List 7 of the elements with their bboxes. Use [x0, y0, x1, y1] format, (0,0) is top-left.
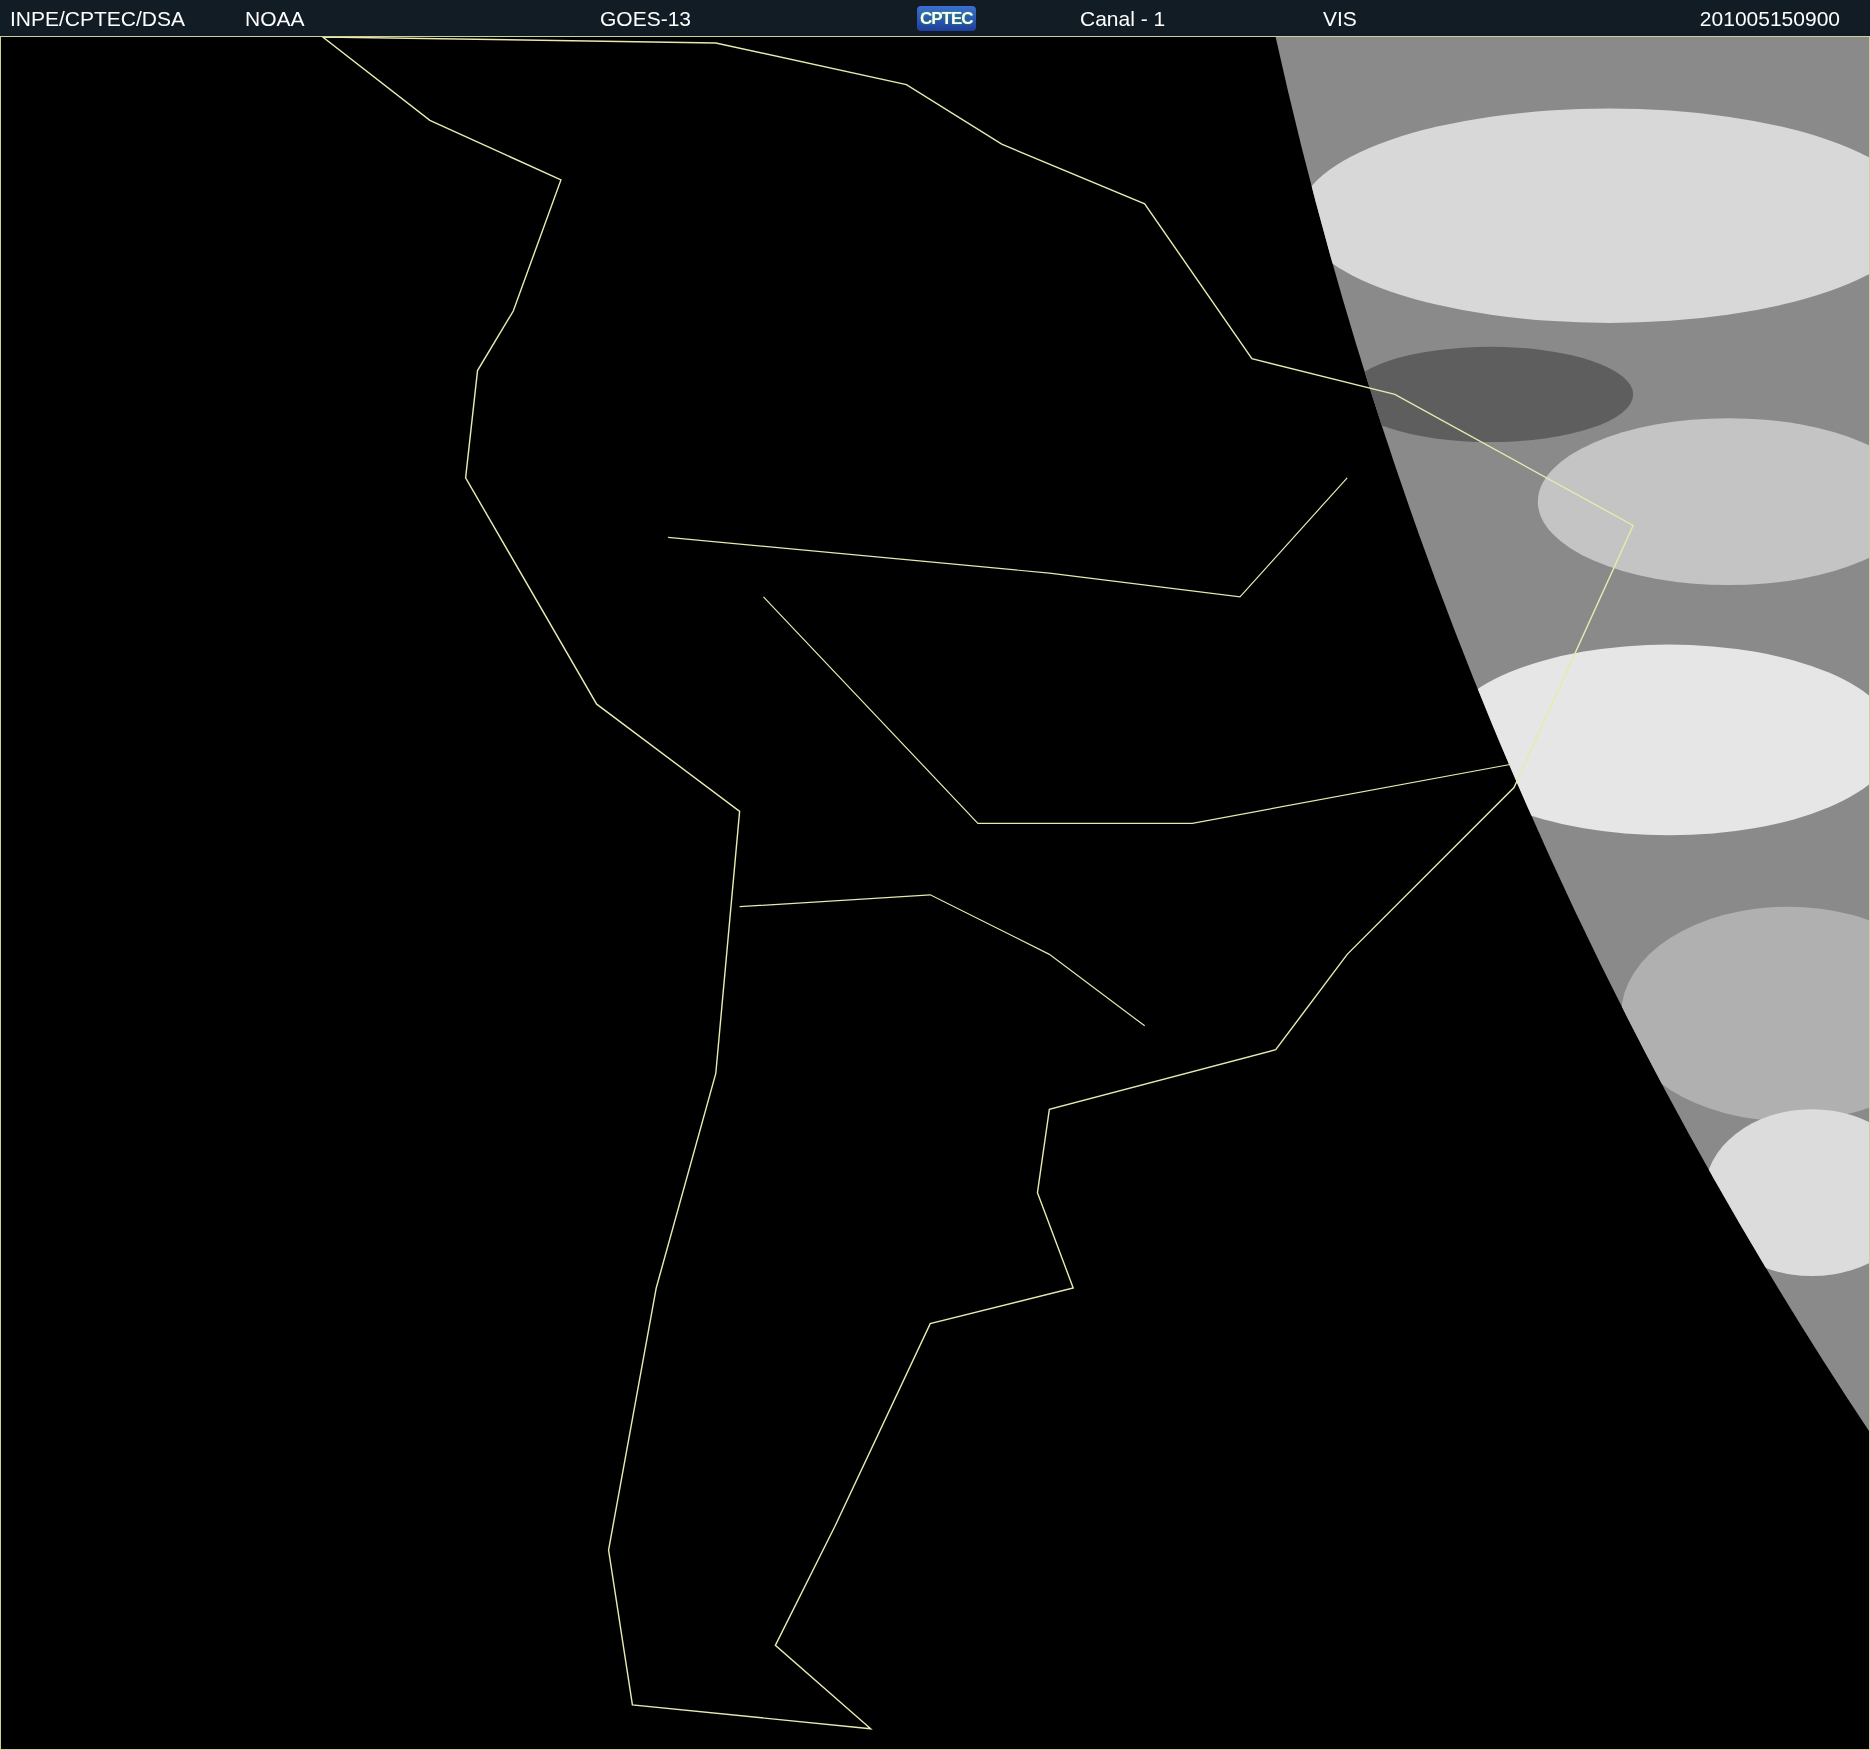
logo: CPTEC — [917, 5, 976, 31]
channel-label: Canal - 1 — [1080, 7, 1167, 29]
timestamp: 201005150900 — [1699, 7, 1840, 29]
agency-label: INPE/CPTEC/DSA — [10, 7, 187, 29]
band-label: VIS — [1323, 7, 1358, 29]
agency-label: NOAA — [245, 7, 306, 29]
satellite-label: GOES-13 — [600, 7, 693, 29]
